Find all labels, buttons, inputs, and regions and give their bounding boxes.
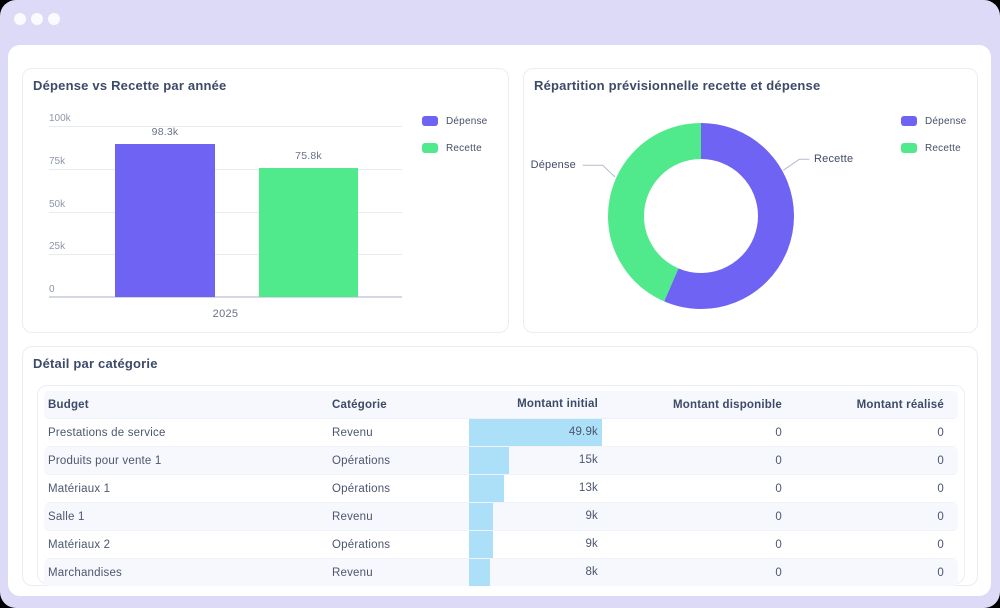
legend-item-depense[interactable]: Dépense — [422, 113, 487, 129]
legend-item-recette[interactable]: Recette — [422, 140, 482, 156]
cell-montant-disponible: 0 — [602, 427, 791, 439]
window-dot-icon[interactable] — [14, 13, 26, 25]
cell-montant-initial: 13k — [469, 475, 602, 502]
cell-montant-realise: 0 — [791, 567, 956, 579]
header-montant-initial[interactable]: Montant initial — [469, 391, 602, 418]
y-tick-25k: 25k — [49, 241, 65, 252]
header-budget[interactable]: Budget — [44, 399, 331, 411]
montant-initial-value: 9k — [585, 538, 598, 550]
legend-swatch-recette — [901, 143, 917, 153]
y-tick-50k: 50k — [49, 199, 65, 210]
donut-callout-left: Dépense — [524, 159, 576, 171]
table-row: Produits pour vente 1Opérations 15k 00 — [44, 447, 958, 475]
cell-categorie: Revenu — [331, 511, 469, 523]
bar-chart-card: Dépense vs Recette par année 100k 75k 50… — [22, 68, 509, 333]
x-axis-label-2025: 2025 — [49, 308, 402, 320]
cell-montant-realise: 0 — [791, 511, 956, 523]
montant-initial-value: 15k — [579, 454, 598, 466]
cell-budget: Salle 1 — [44, 511, 331, 523]
bar-recette[interactable] — [259, 168, 358, 297]
donut-chart[interactable] — [608, 123, 794, 309]
header-montant-realise[interactable]: Montant réalisé — [791, 399, 956, 411]
cell-categorie: Opérations — [331, 455, 469, 467]
table-body: Prestations de serviceRevenu49.9k00Produ… — [44, 419, 958, 586]
cell-montant-disponible: 0 — [602, 539, 791, 551]
montant-initial-databar — [469, 503, 493, 530]
cell-montant-disponible: 0 — [602, 567, 791, 579]
table-row: Matériaux 2Opérations 9k 00 — [44, 531, 958, 559]
cell-budget: Produits pour vente 1 — [44, 455, 331, 467]
main-window: Dépense vs Recette par année 100k 75k 50… — [8, 45, 991, 596]
legend-label-depense: Dépense — [446, 116, 487, 127]
cell-montant-initial: 9k — [469, 531, 602, 558]
donut-callout-right: Recette — [814, 153, 853, 165]
bar-depense[interactable] — [115, 144, 215, 297]
bar-chart-title: Dépense vs Recette par année — [33, 78, 226, 93]
cell-montant-disponible: 0 — [602, 455, 791, 467]
cell-montant-initial: 9k — [469, 503, 602, 530]
table-row: Prestations de serviceRevenu 49.9k 00 — [44, 419, 958, 447]
category-detail-card: Détail par catégorie Budget Catégorie Mo… — [22, 346, 978, 586]
montant-initial-databar — [469, 447, 509, 474]
donut-chart-title: Répartition prévisionnelle recette et dé… — [534, 78, 820, 93]
cell-montant-disponible: 0 — [602, 511, 791, 523]
table-row: MarchandisesRevenu 8k 00 — [44, 559, 958, 586]
y-tick-0: 0 — [49, 284, 55, 295]
cell-montant-realise: 0 — [791, 455, 956, 467]
legend-swatch-recette — [422, 143, 438, 153]
table-header-row: Budget Catégorie Montant initial Montant… — [44, 391, 958, 419]
montant-initial-databar — [469, 475, 504, 502]
montant-initial-value: 13k — [579, 482, 598, 494]
cell-montant-initial: 8k — [469, 559, 602, 586]
bar-value-label-recette: 75.8k — [295, 150, 322, 162]
category-table: Budget Catégorie Montant initial Montant… — [37, 385, 965, 584]
legend-item-depense[interactable]: Dépense — [901, 113, 966, 129]
legend-swatch-depense — [901, 116, 917, 126]
y-tick-75k: 75k — [49, 156, 65, 167]
legend-label-recette: Recette — [925, 143, 961, 154]
cell-categorie: Opérations — [331, 539, 469, 551]
cell-montant-disponible: 0 — [602, 483, 791, 495]
legend-label-depense: Dépense — [925, 116, 966, 127]
table-card-title: Détail par catégorie — [33, 356, 158, 371]
header-categorie[interactable]: Catégorie — [331, 399, 469, 411]
donut-chart-card: Répartition prévisionnelle recette et dé… — [523, 68, 978, 333]
cell-montant-realise: 0 — [791, 539, 956, 551]
table-row: Salle 1Revenu 9k 00 — [44, 503, 958, 531]
y-tick-100k: 100k — [49, 113, 71, 124]
montant-initial-databar — [469, 531, 493, 558]
legend-label-recette: Recette — [446, 143, 482, 154]
app-frame: Dépense vs Recette par année 100k 75k 50… — [0, 0, 1000, 608]
cell-budget: Matériaux 2 — [44, 539, 331, 551]
bar-chart-plot: 100k 75k 50k 25k 0 98.3k 75.8k 2025 — [49, 126, 402, 297]
cell-categorie: Revenu — [331, 427, 469, 439]
cell-montant-realise: 0 — [791, 427, 956, 439]
cell-montant-initial: 15k — [469, 447, 602, 474]
cell-budget: Prestations de service — [44, 427, 331, 439]
cell-montant-initial: 49.9k — [469, 419, 602, 446]
cell-categorie: Revenu — [331, 567, 469, 579]
cell-budget: Matériaux 1 — [44, 483, 331, 495]
window-dot-icon[interactable] — [48, 13, 60, 25]
cell-categorie: Opérations — [331, 483, 469, 495]
montant-initial-value: 8k — [585, 566, 598, 578]
montant-initial-value: 49.9k — [569, 426, 598, 438]
cell-montant-realise: 0 — [791, 483, 956, 495]
montant-initial-value: 9k — [585, 510, 598, 522]
cell-budget: Marchandises — [44, 567, 331, 579]
table-row: Matériaux 1Opérations 13k 00 — [44, 475, 958, 503]
window-dot-icon[interactable] — [31, 13, 43, 25]
header-montant-disponible[interactable]: Montant disponible — [602, 399, 791, 411]
bar-value-label-depense: 98.3k — [152, 126, 179, 138]
legend-item-recette[interactable]: Recette — [901, 140, 961, 156]
legend-swatch-depense — [422, 116, 438, 126]
montant-initial-databar — [469, 559, 490, 586]
